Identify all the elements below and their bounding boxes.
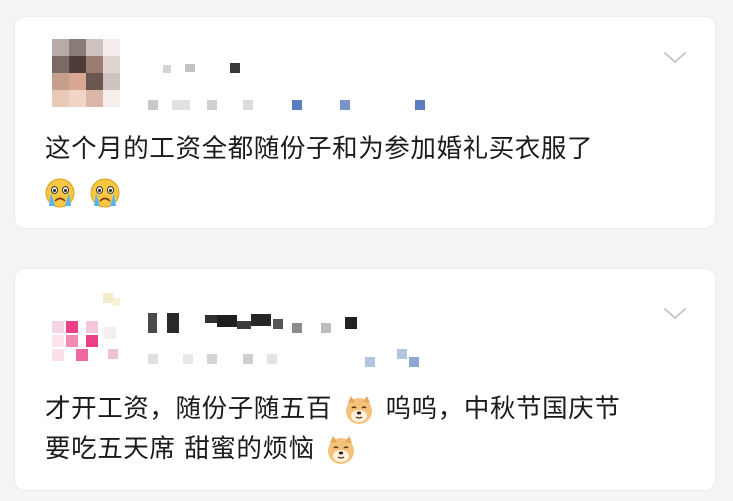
post-text-line-2: 要吃五天席 甜蜜的烦恼 [45, 429, 359, 469]
doge-dog-emoji [328, 436, 355, 464]
post-text-part: 才开工资，随份子随五百 [45, 394, 333, 424]
crying-face-emoji [90, 178, 120, 208]
crying-face-emoji [45, 178, 75, 208]
doge-dog-emoji [345, 396, 372, 424]
avatar[interactable] [52, 293, 120, 361]
post-card[interactable]: 这个月的工资全都随份子和为参加婚礼买衣服了 [15, 17, 715, 228]
feed: 这个月的工资全都随份子和为参加婚礼买衣服了 才开工资，随份子随五百 呜呜，中秋节… [0, 0, 733, 501]
post-text-part: 呜呜，中秋节国庆节 [385, 394, 621, 424]
emoji-row [42, 172, 123, 212]
post-text: 这个月的工资全都随份子和为参加婚礼买衣服了 [45, 134, 594, 164]
chevron-down-icon[interactable] [663, 51, 687, 65]
post-card[interactable]: 才开工资，随份子随五百 呜呜，中秋节国庆节 要吃五天席 甜蜜的烦恼 [15, 269, 715, 490]
avatar[interactable] [52, 39, 120, 107]
post-text-part: 要吃五天席 甜蜜的烦恼 [45, 434, 315, 464]
post-text-line-1: 才开工资，随份子随五百 呜呜，中秋节国庆节 [45, 389, 620, 429]
chevron-down-icon[interactable] [663, 307, 687, 321]
